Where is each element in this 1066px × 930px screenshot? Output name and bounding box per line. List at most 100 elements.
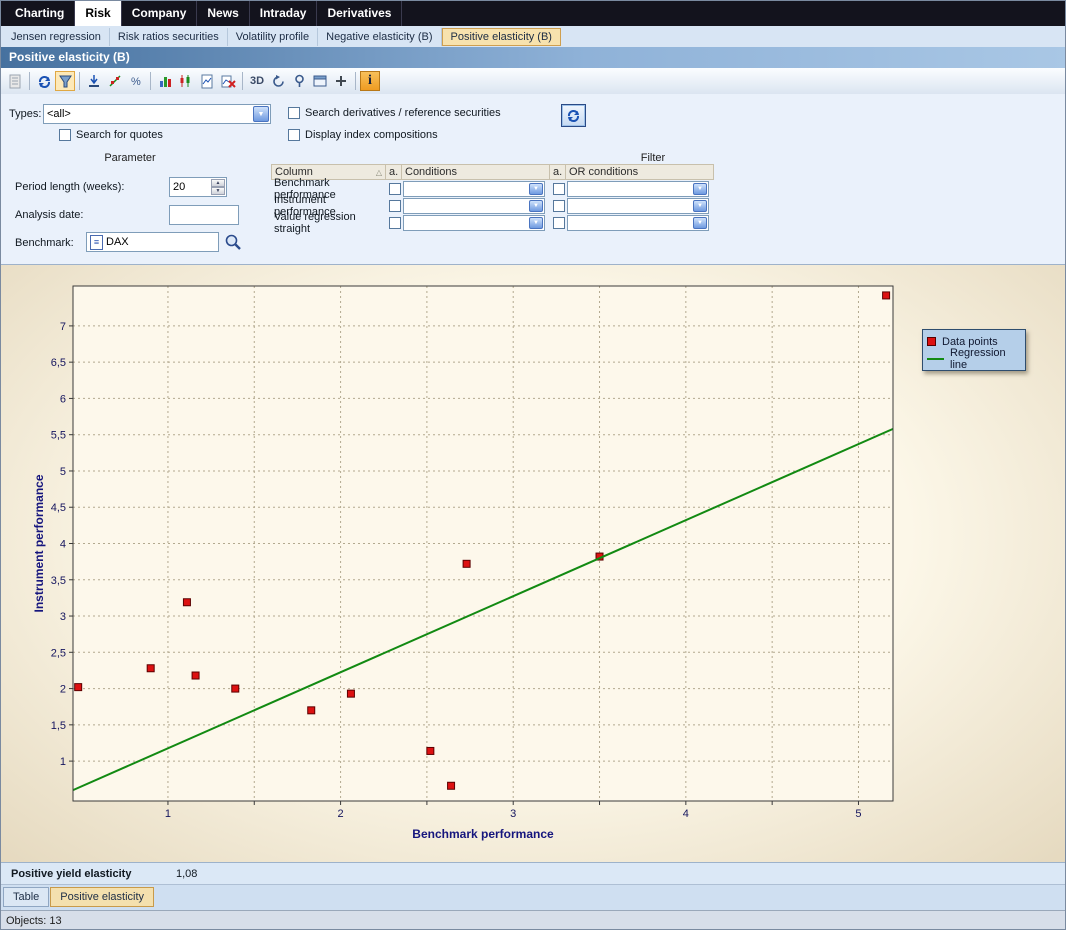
analysis-date-field[interactable] (169, 205, 239, 225)
and-checkbox[interactable] (553, 183, 565, 195)
filter-row-value-regression-straight: Value regression straight ▼ ▼ (271, 214, 714, 231)
y-axis-title: Instrument performance (32, 474, 46, 612)
subtab-positive-elasticity[interactable]: Positive elasticity (B) (442, 28, 561, 46)
drilldown-icon[interactable] (84, 71, 104, 91)
benchmark-search-icon[interactable] (224, 233, 242, 254)
or-conditions-dropdown[interactable]: ▼ (567, 198, 709, 214)
tab-positive-elasticity[interactable]: Positive elasticity (50, 887, 154, 907)
data-point-marker (232, 685, 239, 692)
subtab-risk-ratios-securities[interactable]: Risk ratios securities (110, 28, 228, 46)
benchmark-field[interactable]: ≡ DAX (86, 232, 219, 252)
info-icon[interactable]: i (360, 71, 380, 91)
menu-item-charting[interactable]: Charting (5, 1, 75, 26)
pin-icon[interactable] (289, 71, 309, 91)
menu-item-news[interactable]: News (197, 1, 249, 26)
and-checkbox[interactable] (553, 200, 565, 212)
menu-item-company[interactable]: Company (122, 1, 198, 26)
toolbar-separator (79, 72, 80, 90)
main-menu-bar: Charting Risk Company News Intraday Deri… (1, 1, 1065, 26)
chevron-down-icon[interactable]: ▼ (529, 217, 543, 229)
add-icon[interactable] (331, 71, 351, 91)
display-index-checkbox[interactable] (288, 129, 300, 141)
bar-chart-icon[interactable] (155, 71, 175, 91)
display-index-label: Display index compositions (305, 129, 438, 141)
menu-item-risk[interactable]: Risk (75, 1, 121, 26)
chevron-down-icon[interactable]: ▼ (529, 200, 543, 212)
legend-item-regression-line: Regression line (927, 350, 1021, 367)
search-quotes-checkbox[interactable] (59, 129, 71, 141)
and-header[interactable]: a. (386, 164, 402, 180)
security-doc-icon: ≡ (90, 235, 103, 250)
toolbar-separator (242, 72, 243, 90)
run-query-button[interactable] (561, 104, 586, 127)
svg-text:1: 1 (60, 756, 66, 768)
svg-text:4: 4 (60, 539, 66, 551)
toolbar: % 3D i (1, 68, 1065, 95)
subtab-jensen-regression[interactable]: Jensen regression (3, 28, 110, 46)
subtab-negative-elasticity[interactable]: Negative elasticity (B) (318, 28, 441, 46)
chevron-down-icon[interactable]: ▼ (529, 183, 543, 195)
svg-text:5,5: 5,5 (51, 430, 66, 442)
and-header[interactable]: a. (550, 164, 566, 180)
page-title: Positive elasticity (B) (1, 47, 1065, 68)
chevron-down-icon[interactable]: ▼ (253, 106, 269, 122)
period-length-value: 20 (173, 181, 185, 193)
elasticity-scatter-chart: 1234511,522,533,544,555,566,57Benchmark … (1, 265, 1066, 863)
status-bar: Objects: 13 (1, 910, 1065, 930)
application-window: Charting Risk Company News Intraday Deri… (0, 0, 1066, 930)
conditions-dropdown[interactable]: ▼ (403, 181, 545, 197)
filter-icon[interactable] (55, 71, 75, 91)
period-length-spinner[interactable]: 20 ▲ ▼ (169, 177, 227, 197)
svg-text:1,5: 1,5 (51, 720, 66, 732)
data-point-marker (192, 672, 199, 679)
bottom-tab-bar: Table Positive elasticity (1, 884, 1065, 913)
and-checkbox[interactable] (389, 217, 401, 229)
conditions-header[interactable]: Conditions (402, 164, 550, 180)
svg-text:2: 2 (338, 808, 344, 820)
spinner-down-icon[interactable]: ▼ (211, 187, 225, 195)
benchmark-label: Benchmark: (15, 237, 74, 249)
toolbar-separator (355, 72, 356, 90)
or-conditions-dropdown[interactable]: ▼ (567, 181, 709, 197)
svg-text:1: 1 (165, 808, 171, 820)
svg-text:3: 3 (510, 808, 516, 820)
and-checkbox[interactable] (389, 200, 401, 212)
search-derivatives-checkbox[interactable] (288, 107, 300, 119)
candlestick-chart-icon[interactable] (176, 71, 196, 91)
and-checkbox[interactable] (553, 217, 565, 229)
result-summary-row: Positive yield elasticity 1,08 (1, 862, 1065, 885)
subtab-volatility-profile[interactable]: Volatility profile (228, 28, 318, 46)
window-icon[interactable] (310, 71, 330, 91)
data-point-marker (75, 684, 82, 691)
chevron-down-icon[interactable]: ▼ (693, 183, 707, 195)
types-dropdown[interactable]: <all> ▼ (43, 104, 271, 124)
percent-chart-icon[interactable]: % (126, 71, 146, 91)
three-d-icon[interactable]: 3D (247, 71, 267, 91)
delete-chart-icon[interactable] (218, 71, 238, 91)
chart-report-icon[interactable] (197, 71, 217, 91)
objects-count: Objects: 13 (6, 915, 62, 927)
menu-item-derivatives[interactable]: Derivatives (317, 1, 402, 26)
chevron-down-icon[interactable]: ▼ (693, 200, 707, 212)
svg-text:3,5: 3,5 (51, 575, 66, 587)
rotate-icon[interactable] (268, 71, 288, 91)
or-conditions-header[interactable]: OR conditions (566, 164, 714, 180)
analysis-date-label: Analysis date: (15, 209, 83, 221)
menu-item-intraday[interactable]: Intraday (250, 1, 318, 26)
risk-subtab-bar: Jensen regression Risk ratios securities… (1, 26, 1065, 48)
green-line-marker-icon (927, 358, 944, 360)
tab-table[interactable]: Table (3, 887, 49, 907)
export-icon[interactable] (5, 71, 25, 91)
regression-icon[interactable] (105, 71, 125, 91)
search-derivatives-label: Search derivatives / reference securitie… (305, 107, 501, 119)
legend-label: Regression line (950, 347, 1021, 371)
conditions-dropdown[interactable]: ▼ (403, 215, 545, 231)
conditions-dropdown[interactable]: ▼ (403, 198, 545, 214)
spinner-up-icon[interactable]: ▲ (211, 179, 225, 187)
and-checkbox[interactable] (389, 183, 401, 195)
search-derivatives-checkbox-row: Search derivatives / reference securitie… (288, 107, 501, 119)
x-axis-title: Benchmark performance (412, 827, 554, 841)
chevron-down-icon[interactable]: ▼ (693, 217, 707, 229)
or-conditions-dropdown[interactable]: ▼ (567, 215, 709, 231)
refresh-icon[interactable] (34, 71, 54, 91)
